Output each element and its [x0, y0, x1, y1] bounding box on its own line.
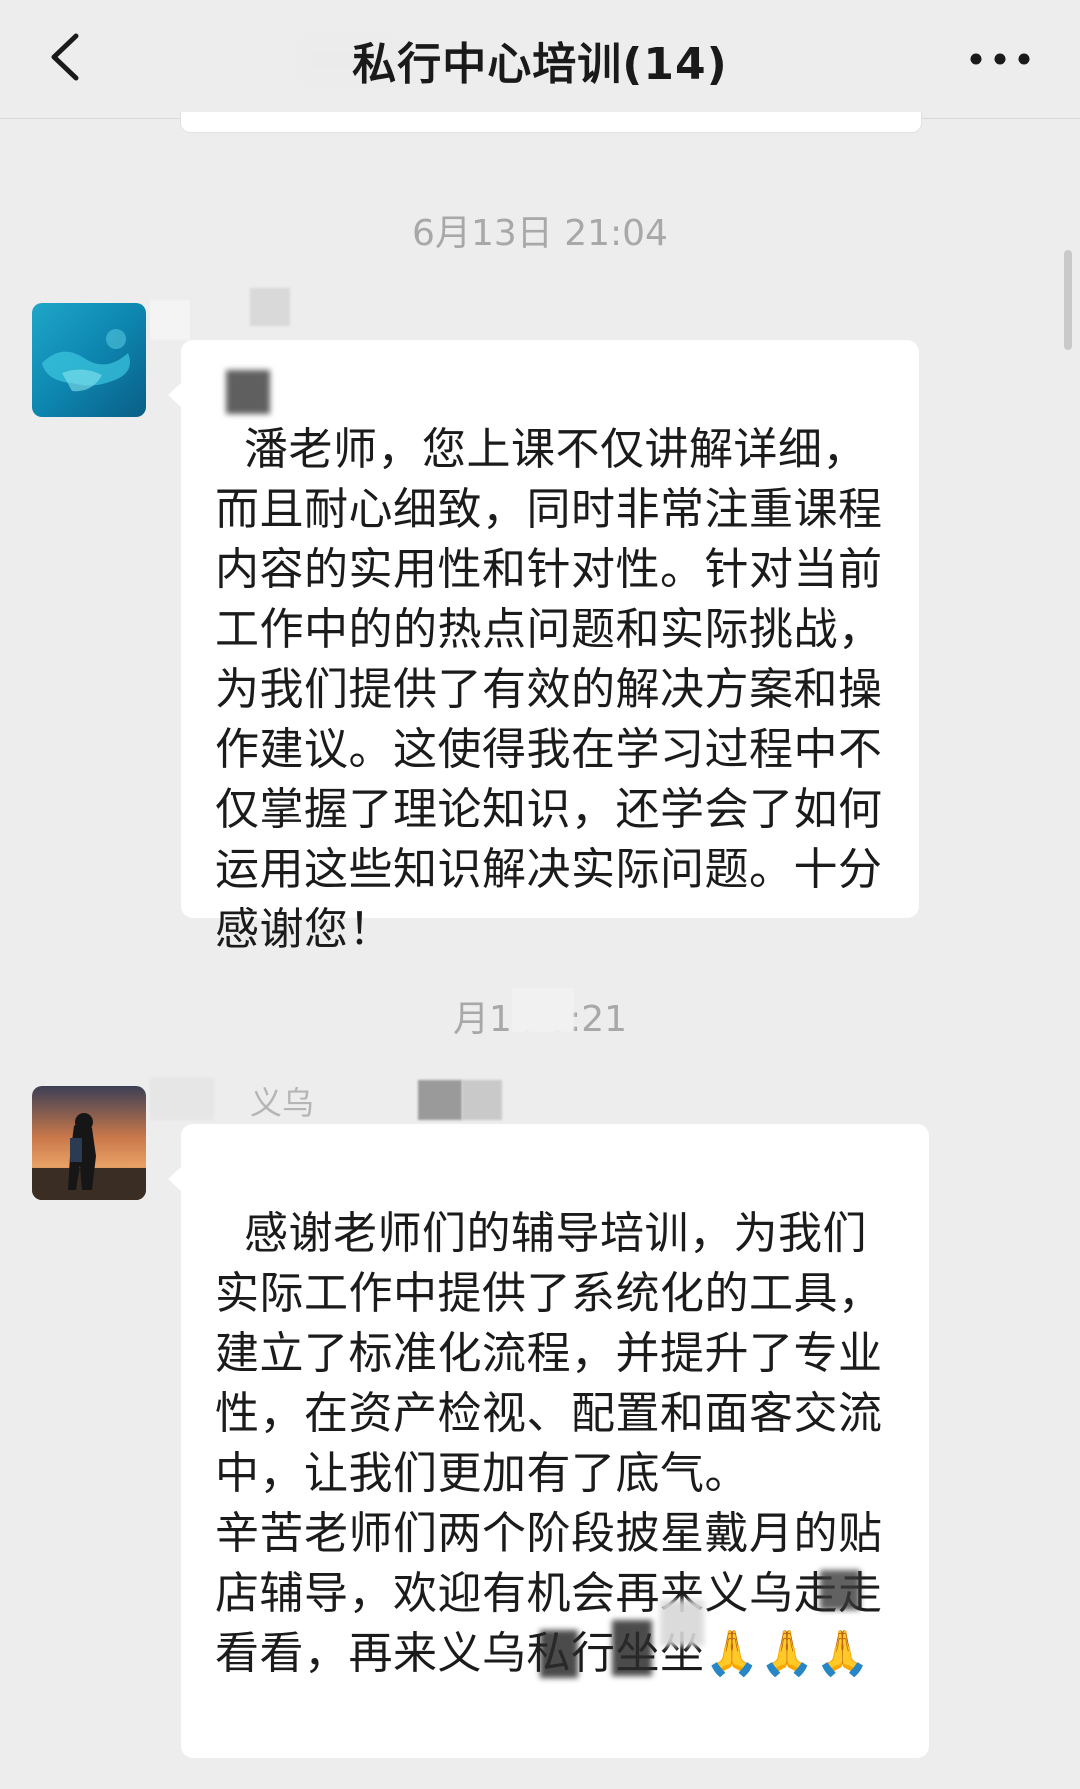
- name-redaction: [250, 288, 290, 326]
- name-redaction: [418, 1080, 462, 1120]
- text-redaction: [540, 1630, 578, 1678]
- name-redaction: [462, 1080, 502, 1120]
- more-dots-icon: [970, 53, 1030, 65]
- name-redaction: [150, 300, 190, 340]
- avatar[interactable]: [32, 303, 146, 417]
- text-redaction: [612, 1620, 652, 1676]
- message-bubble[interactable]: 潘老师，您上课不仅讲解详细，而且耐心细致，同时非常注重课程内容的实用性和针对性。…: [168, 340, 919, 955]
- message-text: 潘老师，您上课不仅讲解详细，而且耐心细致，同时非常注重课程内容的实用性和针对性。…: [215, 424, 883, 955]
- text-redaction: [226, 370, 270, 414]
- more-button[interactable]: [960, 34, 1040, 84]
- name-redaction: [150, 1078, 214, 1120]
- timestamp-redaction: [512, 988, 574, 1032]
- text-redaction: [820, 1570, 860, 1610]
- sender-name: 义乌: [250, 1084, 315, 1122]
- chat-title: 私行中心培训(14): [352, 39, 728, 90]
- message-text: 感谢老师们的辅导培训，为我们实际工作中提供了系统化的工具，建立了标准化流程，并提…: [215, 1208, 883, 1679]
- text-redaction: [660, 1600, 704, 1646]
- avatar[interactable]: [32, 1086, 146, 1200]
- pinned-message-strip[interactable]: [180, 112, 922, 133]
- scrollbar[interactable]: [1064, 250, 1072, 350]
- message-timestamp: 6月13日 21:04: [412, 213, 668, 254]
- chat-header: 私行中心培训(14): [0, 0, 1080, 119]
